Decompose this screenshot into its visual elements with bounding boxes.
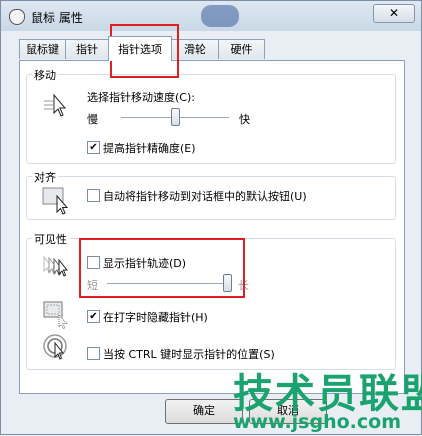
- snap-title: 对齐: [32, 169, 58, 185]
- mouse-icon: [9, 9, 25, 25]
- visibility-title: 可见性: [32, 231, 69, 247]
- mouse-properties-window: 鼠标 属性 ✕ 鼠标键 指针 指针选项 滑轮 硬件 移动 选择指针移动速度(C)…: [0, 0, 422, 435]
- precision-label: 提高指针精确度(E): [103, 142, 196, 155]
- speed-slider-thumb[interactable]: [171, 108, 180, 126]
- ok-button[interactable]: 确定: [165, 399, 243, 424]
- pointer-speed-icon: [44, 93, 67, 117]
- tab-buttons[interactable]: 鼠标键: [19, 39, 66, 59]
- tab-pointers[interactable]: 指针: [65, 39, 109, 59]
- close-button[interactable]: ✕: [373, 4, 415, 23]
- ctrl-location-label: 当按 CTRL 键时显示指针的位置(S): [103, 348, 275, 361]
- tab-pointer-options[interactable]: 指针选项: [108, 36, 172, 61]
- window-title: 鼠标 属性: [31, 11, 83, 25]
- watermark-logo: 技术员联盟 www.jsgho.com: [233, 361, 422, 436]
- motion-title: 移动: [32, 67, 58, 83]
- blurred-icon: [201, 5, 239, 27]
- ctrl-location-checkbox[interactable]: [87, 347, 100, 360]
- show-location-icon: [43, 334, 67, 360]
- pointer-trails-icon: [43, 255, 69, 277]
- speed-label: 选择指针移动速度(C):: [87, 91, 195, 104]
- snap-checkbox[interactable]: [87, 189, 100, 202]
- fast-label: 快: [239, 113, 250, 126]
- tab-hardware[interactable]: 硬件: [218, 39, 265, 59]
- watermark-url: www.jsgho.com: [233, 411, 401, 433]
- snap-to-button-icon: [42, 187, 69, 215]
- title-bar: 鼠标 属性 ✕: [1, 1, 421, 31]
- slow-label: 慢: [87, 113, 98, 126]
- hide-while-typing-label: 在打字时隐藏指针(H): [103, 311, 208, 324]
- hide-while-typing-icon: [43, 301, 68, 329]
- precision-checkbox[interactable]: ✔: [87, 141, 100, 154]
- snap-label: 自动将指针移动到对话框中的默认按钮(U): [103, 190, 307, 203]
- hide-while-typing-checkbox[interactable]: ✔: [87, 310, 100, 323]
- pointer-options-panel: 移动 选择指针移动速度(C): 慢 快 ✔ 提高指针精确度(E) 对齐 自动将指…: [19, 60, 405, 394]
- trails-highlight-box: [79, 238, 245, 298]
